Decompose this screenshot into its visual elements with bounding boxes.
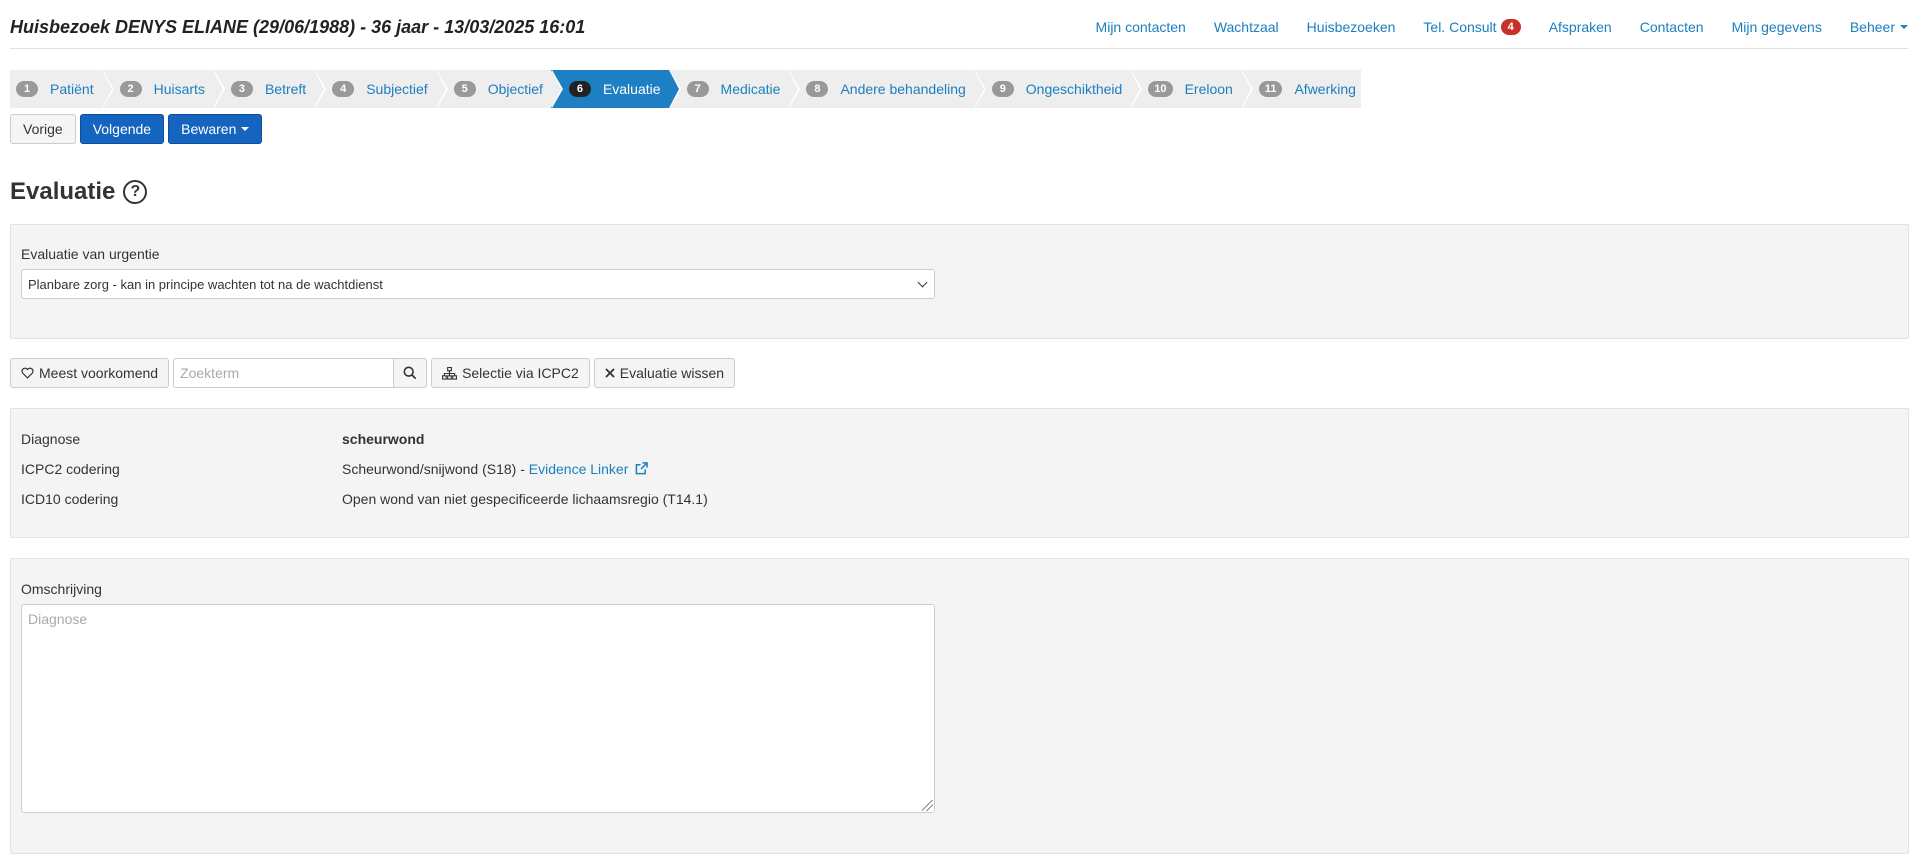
step-label: Evaluatie — [602, 81, 661, 97]
evidence-linker-link[interactable]: Evidence Linker — [529, 461, 649, 477]
nav-afspraken[interactable]: Afspraken — [1549, 19, 1612, 35]
diagnosis-panel: Diagnose scheurwond ICPC2 codering Scheu… — [10, 408, 1909, 538]
next-button[interactable]: Volgende — [79, 114, 165, 144]
evidence-linker-label: Evidence Linker — [528, 461, 629, 477]
section-title: Evaluatie ? — [10, 178, 148, 206]
step-number: 5 — [453, 81, 476, 97]
step-ereloon[interactable]: 10 Ereloon — [1130, 70, 1253, 108]
frequent-button[interactable]: Meest voorkomend — [10, 358, 170, 388]
step-afwerking[interactable]: 11 Afwerking — [1241, 70, 1361, 108]
step-number: 2 — [119, 81, 142, 97]
close-icon — [605, 368, 615, 378]
step-betreft[interactable]: 3 Betreft — [213, 70, 327, 108]
step-number: 7 — [686, 81, 709, 97]
nav-wachtzaal[interactable]: Wachtzaal — [1214, 19, 1279, 35]
nav-huisbezoeken[interactable]: Huisbezoeken — [1307, 19, 1396, 35]
external-link-icon — [635, 462, 649, 475]
nav-beheer[interactable]: Beheer — [1850, 19, 1908, 35]
step-label: Huisarts — [153, 81, 205, 97]
search-icon — [403, 366, 417, 380]
top-nav: Mijn contacten Wachtzaal Huisbezoeken Te… — [1068, 19, 1908, 35]
prev-button[interactable]: Vorige — [10, 114, 76, 144]
step-ongeschiktheid[interactable]: 9 Ongeschiktheid — [974, 70, 1142, 108]
section-title-text: Evaluatie — [10, 178, 116, 205]
step-patient[interactable]: 1 Patiënt — [10, 70, 114, 108]
search-button[interactable] — [393, 358, 428, 388]
urgency-selected-value: Planbare zorg - kan in principe wachten … — [28, 276, 383, 292]
urgency-label: Evaluatie van urgentie — [21, 246, 160, 262]
step-number: 8 — [806, 81, 829, 97]
step-evaluatie[interactable]: 6 Evaluatie — [550, 70, 681, 108]
step-objectief[interactable]: 5 Objectief — [436, 70, 564, 108]
nav-mijn-gegevens[interactable]: Mijn gegevens — [1732, 19, 1822, 35]
step-label: Patiënt — [50, 81, 94, 97]
icpc-label: ICPC2 codering — [21, 461, 120, 477]
description-textarea[interactable] — [21, 604, 935, 813]
resize-handle-icon[interactable] — [922, 800, 933, 811]
step-label: Ereloon — [1184, 81, 1233, 97]
urgency-panel: Evaluatie van urgentie Planbare zorg - k… — [10, 224, 1909, 339]
step-number: 4 — [332, 81, 355, 97]
chevron-down-icon — [917, 277, 928, 288]
step-number: 11 — [1258, 81, 1283, 97]
clear-evaluation-button[interactable]: Evaluatie wissen — [593, 358, 736, 388]
icd10-label: ICD10 codering — [21, 491, 119, 507]
frequent-button-label: Meest voorkomend — [39, 365, 159, 381]
icpc-select-button[interactable]: Selectie via ICPC2 — [431, 358, 590, 388]
search-group — [173, 358, 428, 388]
step-huisarts[interactable]: 2 Huisarts — [102, 70, 226, 108]
diagnosis-value: scheurwond — [342, 431, 425, 447]
step-label: Afwerking — [1294, 81, 1356, 97]
nav-beheer-label: Beheer — [1849, 19, 1895, 35]
nav-tel-consult[interactable]: Tel. Consult 4 — [1423, 19, 1521, 35]
step-number: 1 — [16, 81, 38, 97]
icd10-value: Open wond van niet gespecificeerde licha… — [342, 491, 708, 507]
step-label: Subjectief — [366, 81, 428, 97]
heart-icon — [21, 367, 34, 379]
save-button[interactable]: Bewaren — [168, 114, 263, 144]
wizard-steps: 1 Patiënt 2 Huisarts 3 Betreft 4 Subjectief … — [10, 70, 1361, 108]
caret-down-icon — [241, 127, 250, 131]
diagnosis-toolbar: Meest voorkomend Selectie via ICPC2 Eval… — [10, 358, 736, 388]
step-medicatie[interactable]: 7 Medicatie — [669, 70, 801, 108]
description-label: Omschrijving — [21, 581, 102, 597]
icpc-value: Scheurwond/snijwond (S18) - — [342, 461, 529, 477]
step-label: Objectief — [487, 81, 543, 97]
nav-mijn-contacten[interactable]: Mijn contacten — [1096, 19, 1186, 35]
wizard-buttons: Vorige Volgende Bewaren — [10, 114, 263, 144]
step-number: 3 — [230, 81, 253, 97]
step-label: Andere behandeling — [840, 81, 966, 97]
search-input[interactable] — [173, 358, 394, 388]
step-number: 10 — [1148, 81, 1173, 97]
nav-tel-consult-label: Tel. Consult — [1423, 19, 1497, 35]
caret-down-icon — [1900, 25, 1908, 29]
description-panel: Omschrijving — [10, 558, 1909, 854]
step-label: Medicatie — [720, 81, 781, 97]
nav-contacten[interactable]: Contacten — [1640, 19, 1704, 35]
icpc-value-row: Scheurwond/snijwond (S18) - Evidence Lin… — [342, 461, 649, 477]
urgency-select[interactable]: Planbare zorg - kan in principe wachten … — [21, 269, 935, 299]
clear-evaluation-label: Evaluatie wissen — [619, 365, 725, 381]
step-label: Betreft — [264, 81, 307, 97]
diagnosis-label: Diagnose — [21, 431, 81, 447]
step-subjectief[interactable]: 4 Subjectief — [314, 70, 449, 108]
step-andere-behandeling[interactable]: 8 Andere behandeling — [788, 70, 987, 108]
help-icon[interactable]: ? — [123, 180, 148, 204]
step-number: 9 — [991, 81, 1014, 97]
tel-consult-count-badge: 4 — [1500, 19, 1521, 35]
step-label: Ongeschiktheid — [1025, 81, 1123, 97]
icpc-select-label: Selectie via ICPC2 — [462, 365, 579, 381]
sitemap-icon — [442, 366, 458, 380]
top-bar: Huisbezoek DENYS ELIANE (29/06/1988) - 3… — [10, 0, 1908, 49]
page-title: Huisbezoek DENYS ELIANE (29/06/1988) - 3… — [10, 17, 586, 37]
save-button-label: Bewaren — [181, 121, 237, 137]
step-number: 6 — [568, 81, 591, 97]
